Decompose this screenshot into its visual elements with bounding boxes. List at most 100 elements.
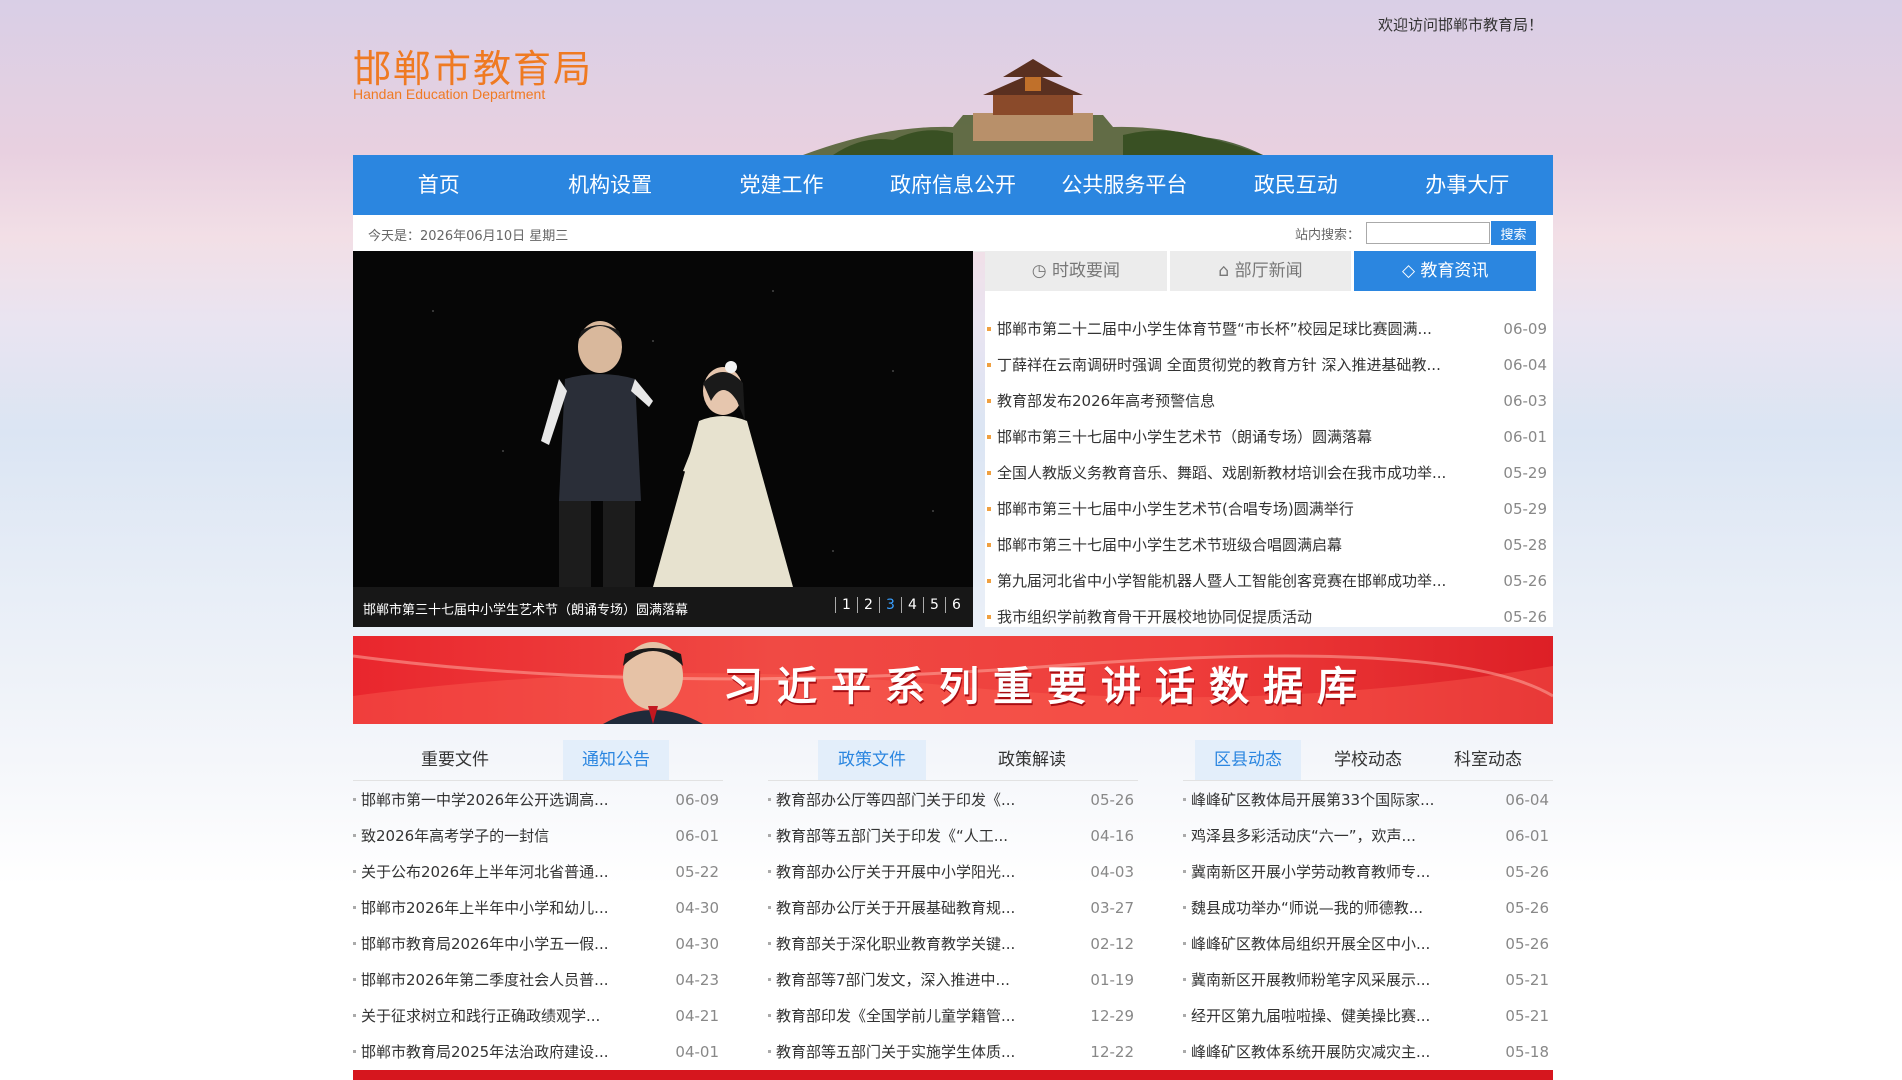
list-item[interactable]: 教育部关于深化职业教育教学关键... 02-12 (768, 926, 1138, 962)
list-item[interactable]: 教育部办公厅等四部门关于印发《... 05-26 (768, 782, 1138, 818)
item-title[interactable]: 邯郸市第一中学2026年公开选调高... (361, 782, 631, 818)
item-title[interactable]: 邯郸市2026年第二季度社会人员普... (361, 962, 631, 998)
list-item[interactable]: 邯郸市2026年上半年中小学和幼儿... 04-30 (353, 890, 723, 926)
item-title[interactable]: 教育部等五部门关于印发《“人工... (776, 818, 1046, 854)
list-item[interactable]: 关于征求树立和践行正确政绩观学... 04-21 (353, 998, 723, 1034)
news-title[interactable]: 邯郸市第二十二届中小学生体育节暨“市长杯”校园足球比赛圆满... (997, 311, 1487, 347)
notice-column: 重要文件 通知公告 邯郸市第一中学2026年公开选调高... 06-09 致202… (353, 740, 723, 1080)
search-button[interactable]: 搜索 (1491, 221, 1536, 245)
tab-policy-interpretation[interactable]: 政策解读 (978, 740, 1086, 780)
item-title[interactable]: 经开区第九届啦啦操、健美操比赛... (1191, 998, 1461, 1034)
item-title[interactable]: 教育部印发《全国学前儿童学籍管... (776, 998, 1046, 1034)
item-title[interactable]: 峰峰矿区教体局组织开展全区中小... (1191, 926, 1461, 962)
slider-page-6[interactable]: 6 (945, 597, 967, 613)
slider-page-1[interactable]: 1 (835, 597, 857, 613)
nav-item-interaction[interactable]: 政民互动 (1210, 155, 1381, 215)
news-slider[interactable]: 邯郸市第三十七届中小学生艺术节（朗诵专场）圆满落幕 1 2 3 4 5 6 (353, 251, 973, 627)
list-item[interactable]: 邯郸市第二十二届中小学生体育节暨“市长杯”校园足球比赛圆满... 06-09 (985, 311, 1553, 347)
search-input[interactable] (1366, 222, 1490, 244)
list-item[interactable]: 丁薛祥在云南调研时强调 全面贯彻党的教育方针 深入推进基础教... 06-04 (985, 347, 1553, 383)
news-title[interactable]: 全国人教版义务教育音乐、舞蹈、戏剧新教材培训会在我市成功举... (997, 455, 1487, 491)
item-title[interactable]: 教育部办公厅等四部门关于印发《... (776, 782, 1046, 818)
tab-county-dynamics[interactable]: 区县动态 (1195, 740, 1301, 780)
slider-page-4[interactable]: 4 (901, 597, 923, 613)
slider-page-3[interactable]: 3 (879, 597, 901, 613)
slider-page-5[interactable]: 5 (923, 597, 945, 613)
item-title[interactable]: 教育部关于深化职业教育教学关键... (776, 926, 1046, 962)
dynamics-tabs: 区县动态 学校动态 科室动态 (1183, 740, 1553, 781)
list-item[interactable]: 教育部等五部门关于实施学生体质... 12-22 (768, 1034, 1138, 1070)
nav-item-party-building[interactable]: 党建工作 (696, 155, 867, 215)
list-item[interactable]: 邯郸市教育局2025年法治政府建设... 04-01 (353, 1034, 723, 1070)
list-item[interactable]: 教育部办公厅关于开展基础教育规... 03-27 (768, 890, 1138, 926)
tab-announcements[interactable]: 通知公告 (563, 740, 669, 780)
item-title[interactable]: 峰峰矿区教体局开展第33个国际家... (1191, 782, 1461, 818)
list-item[interactable]: 峰峰矿区教体系统开展防灾减灾主... 05-18 (1183, 1034, 1553, 1070)
nav-item-home[interactable]: 首页 (353, 155, 524, 215)
list-item[interactable]: 鸡泽县多彩活动庆“六一”，欢声... 06-01 (1183, 818, 1553, 854)
item-title[interactable]: 教育部等五部门关于实施学生体质... (776, 1034, 1046, 1070)
item-title[interactable]: 教育部办公厅关于开展基础教育规... (776, 890, 1046, 926)
list-item[interactable]: 冀南新区开展小学劳动教育教师专... 05-26 (1183, 854, 1553, 890)
list-item[interactable]: 邯郸市教育局2026年中小学五一假... 04-30 (353, 926, 723, 962)
list-item[interactable]: 教育部办公厅关于开展中小学阳光... 04-03 (768, 854, 1138, 890)
item-title[interactable]: 魏县成功举办“师说—我的师德教... (1191, 890, 1461, 926)
news-title[interactable]: 邯郸市第三十七届中小学生艺术节(合唱专场)圆满举行 (997, 491, 1487, 527)
tab-education-news[interactable]: ◇ 教育资讯 (1354, 251, 1537, 291)
slider-caption[interactable]: 邯郸市第三十七届中小学生艺术节（朗诵专场）圆满落幕 (363, 599, 688, 618)
tab-ministry-news[interactable]: ⌂ 部厅新闻 (1169, 251, 1352, 291)
nav-item-public-service[interactable]: 公共服务平台 (1039, 155, 1210, 215)
tab-political-news[interactable]: ◷ 时政要闻 (985, 251, 1167, 291)
list-item[interactable]: 峰峰矿区教体局开展第33个国际家... 06-04 (1183, 782, 1553, 818)
item-title[interactable]: 邯郸市教育局2026年中小学五一假... (361, 926, 631, 962)
list-item[interactable]: 邯郸市第三十七届中小学生艺术节（朗诵专场）圆满落幕 06-01 (985, 419, 1553, 455)
item-title[interactable]: 教育部等7部门发文，深入推进中... (776, 962, 1046, 998)
tab-department-dynamics[interactable]: 科室动态 (1435, 740, 1541, 780)
nav-item-service-hall[interactable]: 办事大厅 (1382, 155, 1553, 215)
list-item[interactable]: 教育部发布2026年高考预警信息 06-03 (985, 383, 1553, 419)
list-item[interactable]: 冀南新区开展教师粉笔字风采展示... 05-21 (1183, 962, 1553, 998)
tab-important-documents[interactable]: 重要文件 (403, 740, 507, 780)
item-title[interactable]: 鸡泽县多彩活动庆“六一”，欢声... (1191, 818, 1461, 854)
item-date: 06-01 (1505, 827, 1549, 845)
item-title[interactable]: 关于征求树立和践行正确政绩观学... (361, 998, 631, 1034)
item-date: 05-26 (1090, 791, 1134, 809)
news-title[interactable]: 丁薛祥在云南调研时强调 全面贯彻党的教育方针 深入推进基础教... (997, 347, 1487, 383)
news-title[interactable]: 我市组织学前教育骨干开展校地协同促提质活动 (997, 599, 1487, 635)
list-item[interactable]: 经开区第九届啦啦操、健美操比赛... 05-21 (1183, 998, 1553, 1034)
list-item[interactable]: 邯郸市第三十七届中小学生艺术节班级合唱圆满启幕 05-28 (985, 527, 1553, 563)
nav-item-gov-info[interactable]: 政府信息公开 (867, 155, 1038, 215)
tab-school-dynamics[interactable]: 学校动态 (1315, 740, 1421, 780)
speech-database-banner[interactable]: 习近平系列重要讲话数据库 (353, 636, 1553, 724)
item-title[interactable]: 邯郸市2026年上半年中小学和幼儿... (361, 890, 631, 926)
list-item[interactable]: 教育部等五部门关于印发《“人工... 04-16 (768, 818, 1138, 854)
list-item[interactable]: 邯郸市2026年第二季度社会人员普... 04-23 (353, 962, 723, 998)
news-title[interactable]: 邯郸市第三十七届中小学生艺术节班级合唱圆满启幕 (997, 527, 1487, 563)
list-item[interactable]: 邯郸市第一中学2026年公开选调高... 06-09 (353, 782, 723, 818)
list-item[interactable]: 魏县成功举办“师说—我的师德教... 05-26 (1183, 890, 1553, 926)
item-title[interactable]: 关于公布2026年上半年河北省普通... (361, 854, 631, 890)
slider-photo[interactable] (353, 251, 973, 587)
nav-item-organization[interactable]: 机构设置 (524, 155, 695, 215)
news-title[interactable]: 教育部发布2026年高考预警信息 (997, 383, 1487, 419)
item-title[interactable]: 冀南新区开展小学劳动教育教师专... (1191, 854, 1461, 890)
news-title[interactable]: 邯郸市第三十七届中小学生艺术节（朗诵专场）圆满落幕 (997, 419, 1487, 455)
item-title[interactable]: 致2026年高考学子的一封信 (361, 818, 631, 854)
list-item[interactable]: 邯郸市第三十七届中小学生艺术节(合唱专场)圆满举行 05-29 (985, 491, 1553, 527)
slider-page-2[interactable]: 2 (857, 597, 879, 613)
item-title[interactable]: 教育部办公厅关于开展中小学阳光... (776, 854, 1046, 890)
item-title[interactable]: 峰峰矿区教体系统开展防灾减灾主... (1191, 1034, 1461, 1070)
list-item[interactable]: 教育部印发《全国学前儿童学籍管... 12-29 (768, 998, 1138, 1034)
list-item[interactable]: 关于公布2026年上半年河北省普通... 05-22 (353, 854, 723, 890)
list-item[interactable]: 峰峰矿区教体局组织开展全区中小... 05-26 (1183, 926, 1553, 962)
tab-policy-documents[interactable]: 政策文件 (818, 740, 926, 780)
list-item[interactable]: 第九届河北省中小学智能机器人暨人工智能创客竞赛在邯郸成功举... 05-26 (985, 563, 1553, 599)
list-item[interactable]: 我市组织学前教育骨干开展校地协同促提质活动 05-26 (985, 599, 1553, 635)
item-title[interactable]: 冀南新区开展教师粉笔字风采展示... (1191, 962, 1461, 998)
list-item[interactable]: 致2026年高考学子的一封信 06-01 (353, 818, 723, 854)
item-title[interactable]: 邯郸市教育局2025年法治政府建设... (361, 1034, 631, 1070)
list-item[interactable]: 全国人教版义务教育音乐、舞蹈、戏剧新教材培训会在我市成功举... 05-29 (985, 455, 1553, 491)
site-logo-title[interactable]: 邯郸市教育局 (353, 38, 593, 93)
list-item[interactable]: 教育部等7部门发文，深入推进中... 01-19 (768, 962, 1138, 998)
news-title[interactable]: 第九届河北省中小学智能机器人暨人工智能创客竞赛在邯郸成功举... (997, 563, 1487, 599)
